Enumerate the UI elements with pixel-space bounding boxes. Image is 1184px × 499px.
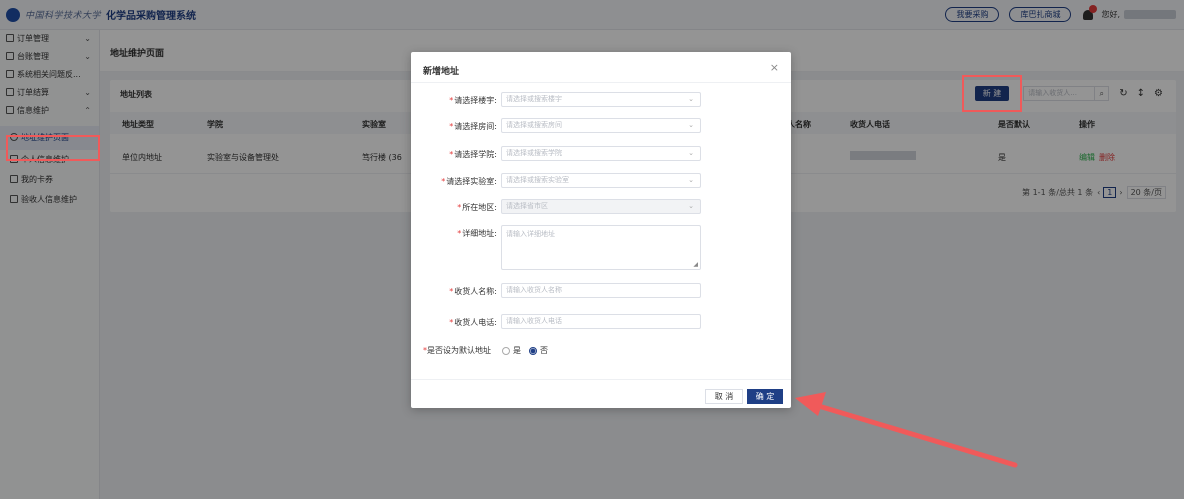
radio-no-label: 否: [540, 346, 548, 355]
chevron-down-icon: ⌄: [688, 95, 694, 103]
building-select[interactable]: 请选择或搜索楼宇 ⌄: [501, 92, 701, 107]
room-select[interactable]: 请选择或搜索房间 ⌄: [501, 118, 701, 133]
default-label: 是否设为默认地址: [427, 346, 491, 355]
lab-select[interactable]: 请选择或搜索实验室 ⌄: [501, 173, 701, 188]
field-receiver-phone: *收货人电话: 请输入收货人电话: [411, 314, 791, 330]
radio-yes[interactable]: [502, 346, 510, 355]
field-lab: *请选择实验室: 请选择或搜索实验室 ⌄: [411, 173, 791, 189]
new-button-highlight-box: [962, 75, 1022, 112]
close-icon[interactable]: ×: [770, 61, 779, 74]
default-address-radio-group: * 是否设为默认地址 是 否: [423, 346, 548, 355]
field-label: *请选择实验室:: [441, 177, 497, 186]
field-label: *收货人电话:: [449, 318, 497, 327]
radio-no[interactable]: [529, 346, 537, 355]
add-address-dialog: 新增地址 × *请选择楼宇: 请选择或搜索楼宇 ⌄ *请选择房间: 请选择或搜索房…: [411, 52, 791, 408]
field-label: *详细地址:: [457, 229, 497, 238]
confirm-button[interactable]: 确 定: [747, 389, 783, 404]
chevron-down-icon: ⌄: [688, 121, 694, 129]
radio-yes-label: 是: [513, 346, 521, 355]
receiver-phone-input[interactable]: 请输入收货人电话: [501, 314, 701, 329]
field-label: *请选择学院:: [449, 150, 497, 159]
resize-handle-icon[interactable]: ◢: [693, 261, 698, 268]
chevron-down-icon: ⌄: [688, 149, 694, 157]
detail-address-textarea[interactable]: 请输入详细地址 ◢: [501, 225, 701, 270]
field-label: *请选择房间:: [449, 122, 497, 131]
sidebar-highlight-box: [6, 135, 100, 161]
cancel-button[interactable]: 取 消: [705, 389, 743, 404]
field-label: *收货人名称:: [449, 287, 497, 296]
field-college: *请选择学院: 请选择或搜索学院 ⌄: [411, 146, 791, 162]
dialog-footer-divider: [411, 379, 791, 380]
receiver-name-input[interactable]: 请输入收货人名称: [501, 283, 701, 298]
field-label: *所在地区:: [457, 203, 497, 212]
dialog-title: 新增地址: [423, 67, 460, 77]
field-detail-address: *详细地址: 请输入详细地址 ◢: [411, 225, 791, 271]
chevron-down-icon: ⌄: [688, 176, 694, 184]
region-select[interactable]: 请选择省市区 ⌄: [501, 199, 701, 214]
field-receiver-name: *收货人名称: 请输入收货人名称: [411, 283, 791, 299]
field-label: *请选择楼宇:: [449, 96, 497, 105]
field-room: *请选择房间: 请选择或搜索房间 ⌄: [411, 118, 791, 134]
field-building: *请选择楼宇: 请选择或搜索楼宇 ⌄: [411, 92, 791, 108]
dialog-divider: [411, 82, 791, 83]
field-region: *所在地区: 请选择省市区 ⌄: [411, 199, 791, 215]
college-select[interactable]: 请选择或搜索学院 ⌄: [501, 146, 701, 161]
chevron-down-icon: ⌄: [688, 202, 694, 210]
